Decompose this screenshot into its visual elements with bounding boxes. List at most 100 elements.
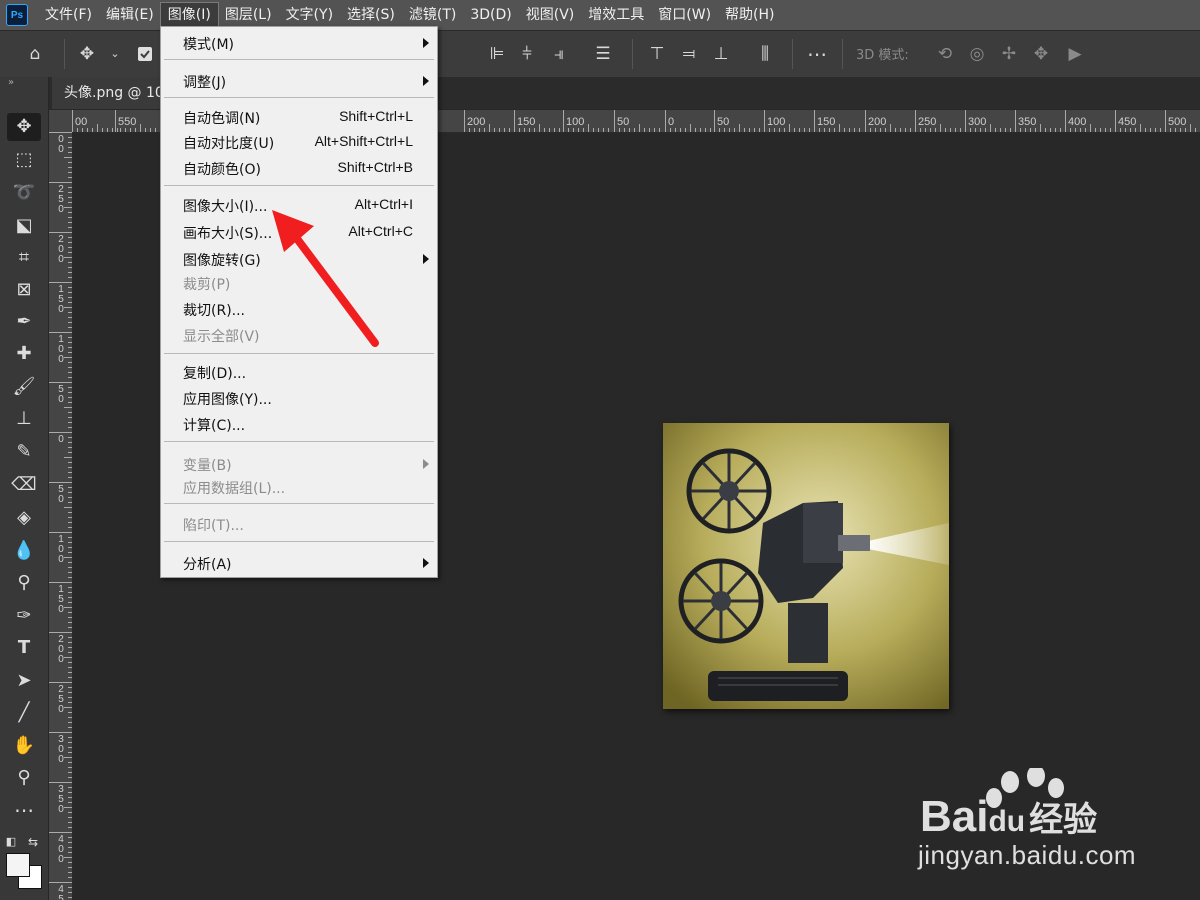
- align-center-h-icon[interactable]: ⫩: [516, 43, 538, 65]
- ruler-minor-tick: [68, 887, 72, 888]
- path-selection-tool-icon[interactable]: ➤: [7, 667, 41, 695]
- menu-select[interactable]: 选择(S): [340, 3, 402, 27]
- ruler-minor-tick: [1135, 128, 1136, 132]
- align-middle-v-icon[interactable]: ⫤: [678, 43, 700, 65]
- align-right-icon[interactable]: ⫣: [548, 43, 570, 65]
- ruler-origin[interactable]: [49, 110, 72, 132]
- distribute-vertical-icon[interactable]: ⫼: [754, 43, 776, 65]
- chevron-down-icon[interactable]: ⌄: [104, 43, 126, 65]
- 3d-roll-icon[interactable]: ◎: [966, 43, 988, 65]
- healing-brush-tool-icon[interactable]: ✚: [7, 340, 41, 368]
- menu-item-auto-tone[interactable]: 自动色调(N) Shift+Ctrl+L: [161, 105, 437, 129]
- home-icon[interactable]: ⌂: [24, 43, 46, 65]
- ruler-minor-tick: [68, 327, 72, 328]
- ruler-minor-tick: [68, 137, 72, 138]
- document-image[interactable]: [663, 423, 949, 709]
- ruler-minor-tick: [68, 367, 72, 368]
- 3d-slide-icon[interactable]: ✥: [1030, 43, 1052, 65]
- ruler-minor-tick: [68, 717, 72, 718]
- brush-tool-icon[interactable]: 🖌: [7, 373, 41, 401]
- ruler-label: 150: [58, 284, 64, 315]
- menu-window[interactable]: 窗口(W): [651, 3, 718, 27]
- distribute-icon[interactable]: ☰: [592, 43, 614, 65]
- ruler-minor-tick: [68, 822, 72, 823]
- marquee-tool-icon[interactable]: ⬚: [7, 146, 41, 174]
- menu-file[interactable]: 文件(F): [38, 3, 99, 27]
- menu-help[interactable]: 帮助(H): [718, 3, 781, 27]
- more-options-icon[interactable]: ⋯: [806, 43, 828, 65]
- collapse-panel-icon[interactable]: »: [0, 77, 48, 89]
- ruler-minor-tick: [107, 128, 108, 132]
- blur-tool-icon[interactable]: 💧: [7, 537, 41, 565]
- foreground-color-swatch[interactable]: [6, 853, 30, 877]
- 3d-camera-icon[interactable]: ▶: [1064, 43, 1086, 65]
- menu-plugins[interactable]: 增效工具: [581, 3, 651, 27]
- type-tool-icon[interactable]: T: [7, 634, 41, 662]
- ruler-minor-tick: [1100, 128, 1101, 132]
- line-tool-icon[interactable]: ╱: [7, 699, 41, 727]
- frame-tool-icon[interactable]: ⊠: [7, 276, 41, 304]
- object-select-tool-icon[interactable]: ⬕: [7, 212, 41, 240]
- menu-item-label: 自动颜色(O): [183, 162, 261, 178]
- baidu-jingyan-watermark: Baidu 经验 jingyan.baidu.com: [918, 768, 1168, 878]
- ruler-minor-tick: [64, 157, 72, 158]
- menu-item-apply-image[interactable]: 应用图像(Y)...: [161, 386, 437, 410]
- menu-item-mode[interactable]: 模式(M): [161, 31, 437, 55]
- ruler-minor-tick: [68, 512, 72, 513]
- clone-stamp-tool-icon[interactable]: ⊥: [7, 405, 41, 433]
- ruler-label: 350: [1018, 116, 1037, 128]
- history-brush-tool-icon[interactable]: ✎: [7, 438, 41, 466]
- watermark-du-text: du: [988, 805, 1026, 838]
- eraser-tool-icon[interactable]: ⌫: [7, 471, 41, 499]
- menu-layer[interactable]: 图层(L): [218, 3, 279, 27]
- paint-bucket-tool-icon[interactable]: ◈: [7, 504, 41, 532]
- move-tool-icon[interactable]: ✥: [76, 43, 98, 65]
- menu-item-adjustments[interactable]: 调整(J): [161, 69, 437, 93]
- ruler-minor-tick: [68, 862, 72, 863]
- move-tool-icon[interactable]: ✥: [7, 113, 41, 141]
- menu-view[interactable]: 视图(V): [519, 3, 582, 27]
- ruler-label: 100: [566, 116, 585, 128]
- pen-tool-icon[interactable]: ✑: [7, 602, 41, 630]
- 3d-orbit-icon[interactable]: ⟲: [934, 43, 956, 65]
- menu-item-duplicate[interactable]: 复制(D)...: [161, 360, 437, 384]
- ruler-minor-tick: [68, 372, 72, 373]
- ruler-tick: [49, 182, 72, 183]
- hand-tool-icon[interactable]: ✋: [7, 732, 41, 760]
- crop-tool-icon[interactable]: ⌗: [7, 244, 41, 272]
- ruler-minor-tick: [68, 487, 72, 488]
- zoom-tool-icon[interactable]: ⚲: [7, 764, 41, 792]
- ruler-minor-tick: [68, 192, 72, 193]
- ruler-tick: [49, 382, 72, 383]
- menu-3d[interactable]: 3D(D): [463, 3, 518, 27]
- menu-item-auto-color[interactable]: 自动颜色(O) Shift+Ctrl+B: [161, 156, 437, 180]
- align-bottom-icon[interactable]: ⊥: [710, 43, 732, 65]
- align-top-icon[interactable]: ⊤: [646, 43, 668, 65]
- menu-item-analysis[interactable]: 分析(A): [161, 551, 437, 575]
- dodge-tool-icon[interactable]: ⚲: [7, 569, 41, 597]
- edit-toolbar-icon[interactable]: ⋯: [7, 796, 41, 824]
- ruler-minor-tick: [68, 467, 72, 468]
- swap-colors-icon[interactable]: ⇆: [24, 828, 42, 856]
- ruler-minor-tick: [68, 812, 72, 813]
- eyedropper-tool-icon[interactable]: ✒: [7, 308, 41, 336]
- auto-select-checkbox[interactable]: [134, 43, 156, 65]
- menu-type[interactable]: 文字(Y): [279, 3, 340, 27]
- default-colors-icon[interactable]: ◧: [2, 828, 20, 856]
- ruler-minor-tick: [659, 128, 660, 132]
- menu-item-calculations[interactable]: 计算(C)...: [161, 412, 437, 436]
- ruler-minor-tick: [68, 752, 72, 753]
- menu-filter[interactable]: 滤镜(T): [402, 3, 463, 27]
- menu-image[interactable]: 图像(I): [159, 2, 219, 28]
- menu-item-auto-contrast[interactable]: 自动对比度(U) Alt+Shift+Ctrl+L: [161, 130, 437, 154]
- ruler-minor-tick: [68, 472, 72, 473]
- ruler-minor-tick: [125, 128, 126, 132]
- 3d-pan-icon[interactable]: ✢: [998, 43, 1020, 65]
- ruler-minor-tick: [68, 477, 72, 478]
- ruler-minor-tick: [68, 642, 72, 643]
- align-left-icon[interactable]: ⊫: [486, 43, 508, 65]
- lasso-tool-icon[interactable]: ➰: [7, 179, 41, 207]
- vertical-ruler[interactable]: 00 250 200 150 100 50 0 50 100 150 200 250 300 350 400…: [49, 132, 73, 900]
- ruler-tick: [915, 110, 916, 132]
- menu-edit[interactable]: 编辑(E): [99, 3, 161, 27]
